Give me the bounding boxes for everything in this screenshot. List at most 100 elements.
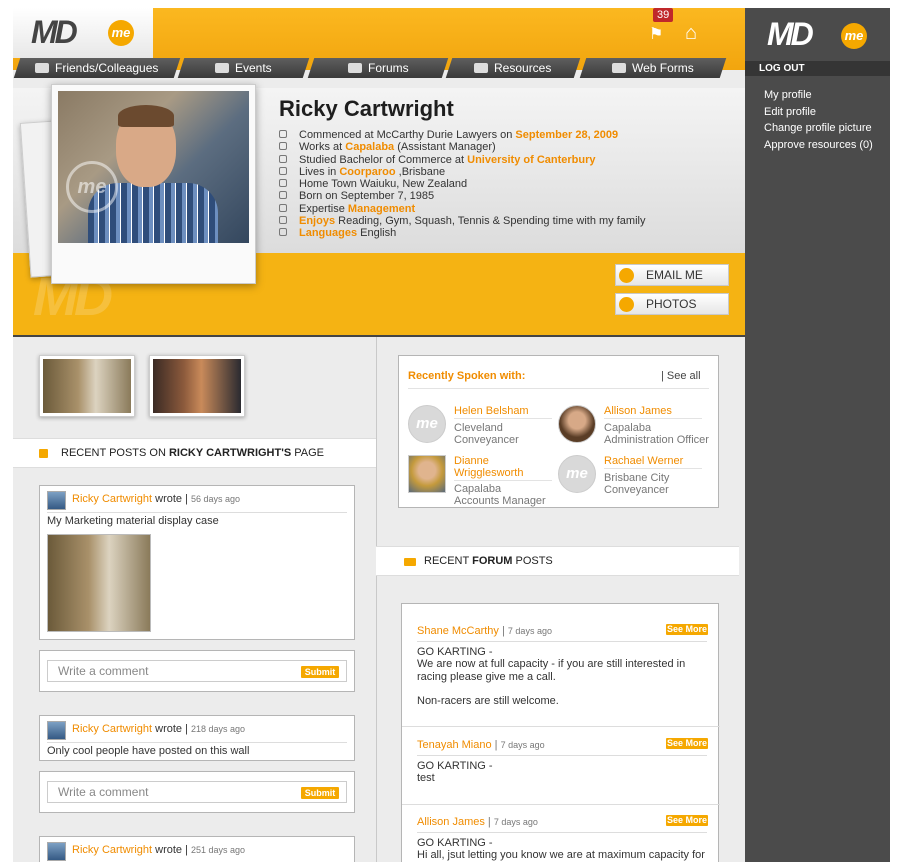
form-icon [612,63,627,73]
forum-separator-line [402,804,720,805]
tab-label: Web Forms [632,61,694,75]
column-divider [376,337,377,862]
detail-text: Expertise [299,202,348,215]
detail-highlight[interactable]: University of Canterbury [467,154,595,166]
see-more-button[interactable]: See More [666,738,708,749]
forum-author[interactable]: Allison James [417,816,485,828]
recent-title: Recently Spoken with: [408,370,526,382]
post-text: My Marketing material display case [47,515,219,527]
profile-photo: me [58,91,249,243]
person-divider [604,418,702,419]
detail-highlight[interactable]: September 28, 2009 [515,129,618,141]
megaphone-icon [347,63,362,73]
tab-label: Events [235,61,272,75]
person-location: Brisbane City [604,472,670,484]
tab-web-forms[interactable]: Web Forms [579,58,727,78]
sidebar-edit-profile[interactable]: Edit profile [764,105,816,119]
profile-photo-frame[interactable]: me [51,84,256,284]
detail-highlight[interactable]: Languages [299,227,357,239]
main-nav: Friends/Colleagues Events Forums Resourc… [13,58,745,78]
forum-divider [417,641,707,642]
photo-watermark: me [66,161,118,213]
comment-box: Write a comment Submit [39,771,355,813]
building-icon [279,166,287,175]
tab-label: Friends/Colleagues [55,61,159,75]
flag-icon[interactable]: ⚑ [649,24,663,44]
photos-button[interactable]: PHOTOS [615,293,729,315]
profile-detail-row: Studied Bachelor of Commerce at Universi… [279,154,729,166]
detail-text: Home Town Waiuku, New Zealand [299,178,468,191]
profile-detail-row: Languages English [279,227,729,239]
home-icon[interactable]: ⌂ [685,22,697,45]
post-image[interactable] [47,534,151,632]
forum-body: GO KARTING - Hi all, jsut letting you kn… [417,837,705,862]
avatar[interactable] [47,721,66,740]
person-name[interactable]: Dianne Wrigglesworth [454,455,554,479]
forum-separator: | [491,739,501,751]
profile-name: Ricky Cartwright [279,96,454,121]
post-wrote: wrote | [152,844,192,856]
see-all-link[interactable]: | See all [661,370,701,382]
logout-link[interactable]: LOG OUT [745,61,890,76]
person-name[interactable]: Rachael Werner [604,455,704,467]
sidebar-approve-resources[interactable]: Approve resources (0) [764,138,873,152]
photo-thumb-friends[interactable] [149,355,245,417]
detail-highlight[interactable]: Capalaba [345,141,394,153]
profile-detail-row: Enjoys Reading, Gym, Squash, Tennis & Sp… [279,215,729,227]
see-more-button[interactable]: See More [666,815,708,826]
detail-highlight[interactable]: Enjoys [299,215,335,227]
recently-spoken-box: Recently Spoken with: | See all me Helen… [398,355,719,508]
tab-resources[interactable]: Resources [445,58,581,78]
person-name[interactable]: Helen Belsham [454,405,554,417]
post-divider [47,742,347,743]
clock-icon [279,130,287,138]
avatar[interactable] [47,491,66,510]
tab-friends-colleagues[interactable]: Friends/Colleagues [13,58,181,78]
sidebar-change-picture[interactable]: Change profile picture [764,121,872,135]
photo-hair [118,105,174,127]
avatar [408,455,446,493]
forum-post: Tenayah Miano | 7 days ago See More GO K… [417,738,708,785]
logo[interactable]: MD me [13,8,153,58]
notification-badge: 39 [653,8,674,22]
detail-text: Studied Bachelor of Commerce at [299,153,468,166]
post-author[interactable]: Ricky Cartwright [72,493,152,505]
person-role: Administration Officer [604,434,709,446]
sidebar-my-profile[interactable]: My profile [764,88,812,102]
see-more-button[interactable]: See More [666,624,708,635]
email-me-button[interactable]: EMAIL ME [615,264,729,286]
forum-author[interactable]: Tenayah Miano [417,739,492,751]
submit-button[interactable]: Submit [301,666,339,678]
detail-highlight[interactable]: Coorparoo [339,166,395,178]
person-location: Cleveland [454,422,503,434]
content-divider [13,335,745,337]
person-role: Conveyancer [604,484,669,496]
tab-forums[interactable]: Forums [307,58,449,78]
profile-detail-row: Lives in Coorparoo ,Brisbane [279,166,729,178]
person-divider [604,468,702,469]
globe-icon [279,228,287,237]
avatar: me [558,455,596,493]
forum-separator-line [402,726,720,727]
profile-detail-row: Expertise Management [279,203,729,215]
recent-forum-posts-header: RECENT FORUM POSTS [376,546,739,576]
submit-button[interactable]: Submit [301,787,339,799]
sidebar-logo[interactable]: MD me [745,8,890,61]
post-author[interactable]: Ricky Cartwright [72,723,152,735]
avatar[interactable] [47,842,66,861]
profile-detail-row: Born on September 7, 1985 [279,190,729,202]
calendar-icon [215,63,230,73]
post-author[interactable]: Ricky Cartwright [72,844,152,856]
forum-author[interactable]: Shane McCarthy [417,625,499,637]
thumb-image [153,359,241,413]
detail-highlight[interactable]: Management [348,203,415,215]
photo-thumb-display-case[interactable] [39,355,135,417]
logo-md-text: MD [767,16,814,52]
header-text: PAGE [291,447,324,459]
post-wrote: wrote | [152,493,192,505]
tab-events[interactable]: Events [177,58,310,78]
header-bold: RICKY CARTWRIGHT'S [168,447,292,459]
profile-detail-row: Works at Capalaba (Assistant Manager) [279,141,729,153]
person-name[interactable]: Allison James [604,405,704,417]
users-icon [35,63,50,73]
